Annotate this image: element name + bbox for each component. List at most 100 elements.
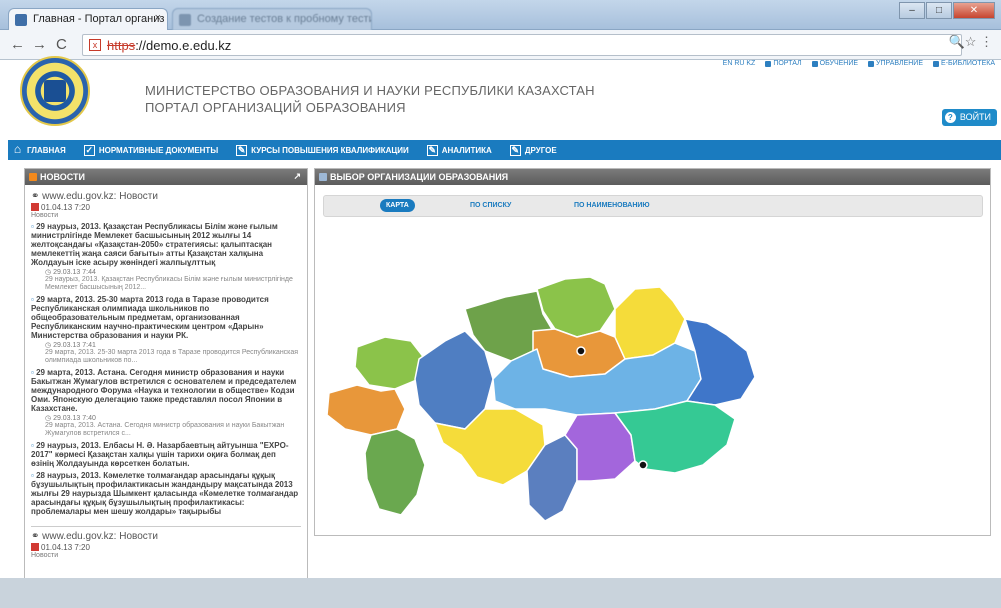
divider — [31, 526, 301, 527]
news-desc: 29 марта, 2013. Астана. Сегодня министр … — [45, 422, 285, 437]
pin-icon[interactable]: ↗ — [293, 171, 301, 182]
news-item[interactable]: ▫ 28 наурыз, 2013. Кәмелетке толмағандар… — [31, 471, 301, 516]
region-west-kazakhstan — [354, 336, 426, 390]
map-header: ВЫБОР ОРГАНИЗАЦИИ ОБРАЗОВАНИЯ — [315, 169, 990, 185]
news-item-title[interactable]: 28 наурыз, 2013. Кәмелетке толмағандар а… — [31, 471, 298, 516]
edit-icon: ✎ — [509, 144, 521, 156]
forward-arrow-icon[interactable]: → — [32, 36, 47, 53]
link-label: ОБУЧЕНИЕ — [819, 60, 859, 67]
login-button[interactable]: ? ВОЙТИ — [941, 109, 997, 126]
feed-link[interactable]: www.edu.gov.kz: Новости — [42, 191, 158, 202]
maximize-button[interactable]: □ — [926, 2, 952, 19]
tab-inactive[interactable]: Создание тестов к пробному тестированию … — [172, 8, 372, 30]
login-label: ВОЙТИ — [959, 112, 991, 122]
elibrary-icon — [933, 60, 940, 67]
link-elibrary[interactable]: Е-БИБЛИОТЕКА — [933, 60, 995, 67]
feed-link[interactable]: www.edu.gov.kz: Новости — [42, 531, 158, 542]
map-panel: ВЫБОР ОРГАНИЗАЦИИ ОБРАЗОВАНИЯ КАРТА ПО С… — [314, 168, 991, 536]
browser-titlebar: Главная - Портал организ × Создание тест… — [0, 0, 1001, 30]
link-management[interactable]: УПРАВЛЕНИЕ — [868, 60, 923, 67]
user-icon: ? — [944, 112, 956, 123]
news-item-title[interactable]: 29 марта, 2013. 25-30 марта 2013 года в … — [31, 295, 269, 340]
news-stamp: ◷ 29.03.13 7:44 — [45, 269, 96, 276]
tab-title-inactive: Создание тестов к пробному тестированию … — [197, 13, 371, 25]
news-item[interactable]: ▫ 29 наурыз, 2013. Елбасы Н. Ә. Назарбае… — [31, 441, 301, 468]
reload-icon[interactable]: C — [56, 36, 67, 53]
nav-label: ГЛАВНАЯ — [27, 145, 66, 155]
word-favicon-icon — [179, 14, 191, 26]
close-window-button[interactable]: ✕ — [953, 2, 995, 19]
tab-map[interactable]: КАРТА — [380, 199, 415, 212]
home-icon: ⌂ — [13, 141, 22, 156]
news-desc: 29 марта, 2013. 25-30 марта 2013 года в … — [45, 349, 299, 364]
nav-label: АНАЛИТИКА — [441, 145, 492, 155]
ministry-title: МИНИСТЕРСТВО ОБРАЗОВАНИЯ И НАУКИ РЕСПУБЛ… — [145, 83, 595, 98]
news-stamp: ◷ 29.03.13 7:41 — [45, 342, 96, 349]
ministry-logo[interactable] — [20, 56, 90, 126]
city-marker-astana — [576, 346, 586, 356]
news-header: НОВОСТИ ↗ — [25, 169, 307, 185]
feed-category: Новости — [31, 212, 59, 219]
tab-by-list[interactable]: ПО СПИСКУ — [470, 202, 511, 209]
nav-courses[interactable]: ✎ КУРСЫ ПОВЫШЕНИЯ КВАЛИФИКАЦИИ — [236, 144, 409, 156]
nav-analytics[interactable]: ✎ АНАЛИТИКА — [426, 144, 492, 156]
minimize-button[interactable]: – — [899, 2, 925, 19]
kazakhstan-map[interactable] — [315, 239, 992, 529]
learning-icon — [811, 60, 818, 67]
date-text: 01.04.13 7:20 — [41, 543, 90, 552]
book-emblem-icon — [44, 80, 66, 102]
management-icon — [868, 60, 875, 67]
nav-label: ДРУГОЕ — [524, 145, 557, 155]
url-protocol: https — [107, 38, 136, 53]
url-input[interactable]: x https://demo.e.edu.kz — [82, 34, 962, 56]
top-links: EN RU KZ ПОРТАЛ ОБУЧЕНИЕ УПРАВЛЕНИЕ Е-БИ… — [723, 60, 995, 67]
nav-documents[interactable]: ✓ НОРМАТИВНЫЕ ДОКУМЕНТЫ — [83, 144, 218, 156]
news-title: НОВОСТИ — [40, 172, 86, 182]
city-marker-almaty — [638, 460, 648, 470]
window-icon — [319, 173, 327, 181]
checkbox-doc-icon: ✓ — [83, 144, 95, 156]
news-item[interactable]: ▫ 29 марта, 2013. Астана. Сегодня минист… — [31, 368, 301, 413]
link-portal[interactable]: ПОРТАЛ — [765, 60, 802, 67]
news-stamp: ◷ 29.03.13 7:40 — [45, 415, 96, 422]
news-item[interactable]: ▫ 29 марта, 2013. 25-30 марта 2013 года … — [31, 295, 301, 340]
news-panel: НОВОСТИ ↗ ⚭ www.edu.gov.kz: Новости 01.0… — [24, 168, 308, 608]
news-item-title[interactable]: 29 наурыз, 2013. Елбасы Н. Ә. Назарбаевт… — [31, 441, 289, 468]
news-item[interactable]: ▫ 29 наурыз, 2013. Қазақстан Республикас… — [31, 222, 301, 267]
tab-active[interactable]: Главная - Портал организ × — [8, 8, 168, 30]
link-label: УПРАВЛЕНИЕ — [876, 60, 924, 67]
date-text: 01.04.13 7:20 — [41, 203, 90, 212]
feed-title[interactable]: ⚭ www.edu.gov.kz: Новости — [31, 531, 301, 542]
link-icon: ⚭ — [31, 531, 43, 542]
calendar-icon — [31, 203, 39, 211]
portal-title: ПОРТАЛ ОРГАНИЗАЦИЙ ОБРАЗОВАНИЯ — [145, 100, 406, 115]
link-learning[interactable]: ОБУЧЕНИЕ — [811, 60, 859, 67]
nav-label: КУРСЫ ПОВЫШЕНИЯ КВАЛИФИКАЦИИ — [251, 145, 409, 155]
back-arrow-icon[interactable]: ← — [10, 36, 25, 53]
tab-by-name[interactable]: ПО НАИМЕНОВАНИЮ — [574, 202, 650, 209]
window-controls: – □ ✕ — [899, 2, 995, 19]
link-label: ПОРТАЛ — [773, 60, 802, 67]
map-tabs: КАРТА ПО СПИСКУ ПО НАИМЕНОВАНИЮ — [323, 195, 983, 217]
nav-home[interactable]: ⌂ ГЛАВНАЯ — [12, 141, 66, 156]
nav-other[interactable]: ✎ ДРУГОЕ — [509, 144, 557, 156]
rss-icon — [29, 173, 37, 181]
news-item-title[interactable]: 29 марта, 2013. Астана. Сегодня министр … — [31, 368, 296, 413]
news-body: ⚭ www.edu.gov.kz: Новости 01.04.13 7:20 … — [25, 185, 307, 563]
site-header: МИНИСТЕРСТВО ОБРАЗОВАНИЯ И НАУКИ РЕСПУБЛ… — [0, 56, 1001, 138]
tab-close-icon[interactable]: × — [155, 12, 161, 24]
zoom-star-icons[interactable]: 🔍☆ ⋮ — [949, 34, 993, 50]
portal-icon — [765, 60, 772, 67]
stamp-text: 29.03.13 7:40 — [53, 415, 96, 422]
feed-date: 01.04.13 7:20 — [31, 203, 301, 212]
language-switcher[interactable]: EN RU KZ — [723, 60, 756, 67]
edit-icon: ✎ — [426, 144, 438, 156]
feed-title[interactable]: ⚭ www.edu.gov.kz: Новости — [31, 191, 301, 202]
insecure-lock-icon: x — [89, 39, 101, 51]
stamp-text: 29.03.13 7:44 — [53, 269, 96, 276]
news-item-title[interactable]: 29 наурыз, 2013. Қазақстан Республикасы … — [31, 222, 278, 267]
feed-date: 01.04.13 7:20 — [31, 543, 301, 552]
stamp-text: 29.03.13 7:41 — [53, 342, 96, 349]
region-atyrau — [326, 384, 406, 436]
feed-category: Новости — [31, 552, 59, 559]
